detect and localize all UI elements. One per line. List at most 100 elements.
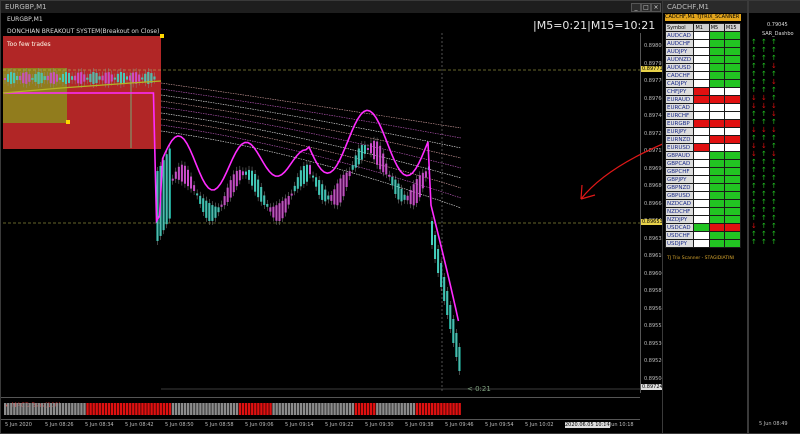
ribbon-line	[160, 82, 462, 129]
chart-title-bar[interactable]: EURGBP,M1	[1, 1, 663, 13]
scanner-symbol[interactable]: EURNZD	[664, 135, 695, 144]
scanner-symbol[interactable]: AUDJPY	[664, 47, 695, 56]
scanner-row[interactable]: AUDJPY	[664, 47, 742, 56]
scanner-row[interactable]: AUDCAD	[664, 31, 742, 40]
sar-dashboard-window: SAR_Dashbo 0.79045 ↑ ↑ ↑ ↑ ↑ ↑ ↑ ↑ ↑ ↑ ↑ ↓ ↑ ↑ ↑ ↑ ↑ ↓ ↑ ↑ ↑…	[748, 0, 800, 434]
scanner-symbol[interactable]: NZDJPY	[664, 215, 695, 224]
macd-bar	[418, 403, 422, 415]
maximize-button[interactable]: □	[641, 3, 651, 12]
scanner-symbol[interactable]: GBPJPY	[664, 175, 695, 184]
scanner-signal-cell	[693, 39, 710, 48]
scanner-row[interactable]: CADJPY	[664, 79, 742, 88]
scanner-signal-cell	[693, 79, 710, 88]
scanner-symbol[interactable]: NZDCHF	[664, 207, 695, 216]
scanner-row[interactable]: NZDCAD	[664, 199, 742, 208]
scanner-row[interactable]: EURNZD	[664, 135, 742, 144]
minimize-button[interactable]: _	[631, 3, 641, 12]
scanner-symbol[interactable]: EURCAD	[664, 103, 695, 112]
scanner-symbol[interactable]: AUDUSD	[664, 63, 695, 72]
scanner-symbol[interactable]: AUDNZD	[664, 55, 695, 64]
scanner-signal-cell	[708, 63, 725, 72]
scanner-row[interactable]: AUDUSD	[664, 63, 742, 72]
scanner-signal-cell	[693, 143, 710, 152]
scanner-title-bar[interactable]: CADCHF,M1	[663, 1, 747, 13]
macd-bar	[312, 403, 315, 415]
scanner-symbol[interactable]: GBPCHF	[664, 167, 695, 176]
arrow-up-icon: ↑	[771, 142, 777, 150]
scanner-symbol[interactable]: USDCAD	[664, 223, 695, 232]
ribbon-line	[160, 118, 462, 189]
scanner-row[interactable]: EURGBP	[664, 119, 742, 128]
scanner-symbol[interactable]: NZDCAD	[664, 199, 695, 208]
arrow-up-icon: ↑	[751, 134, 757, 142]
macd-bar	[354, 403, 358, 415]
arrow-up-icon: ↑	[761, 166, 767, 174]
macd-bar	[321, 403, 324, 415]
close-button[interactable]: ×	[651, 3, 661, 12]
scanner-symbol[interactable]: CADCHF	[664, 71, 695, 80]
scanner-symbol[interactable]: EURCHF	[664, 111, 695, 120]
arrow-up-icon: ↑	[761, 182, 767, 190]
macd-bar	[46, 403, 50, 415]
scanner-symbol[interactable]: EURAUD	[664, 95, 695, 104]
scanner-row[interactable]: CHFJPY	[664, 87, 742, 96]
arrow-up-icon: ↑	[771, 38, 777, 46]
macd-bar	[406, 403, 409, 415]
scanner-symbol[interactable]: CHFJPY	[664, 87, 695, 96]
macd-bar	[138, 403, 141, 415]
scanner-row[interactable]: GBPJPY	[664, 175, 742, 184]
scanner-row[interactable]: EURJPY	[664, 127, 742, 136]
scanner-row[interactable]: CADCHF	[664, 71, 742, 80]
scanner-symbol[interactable]: CADJPY	[664, 79, 695, 88]
scanner-symbol[interactable]: GBPCAD	[664, 159, 695, 168]
time-tick: 5 Jun 09:30	[365, 422, 394, 428]
scanner-symbol[interactable]: EURJPY	[664, 127, 695, 136]
scanner-symbol[interactable]: EURUSD	[664, 143, 695, 152]
scanner-row[interactable]: EURCAD	[664, 103, 742, 112]
scanner-symbol[interactable]: AUDCHF	[664, 39, 695, 48]
scanner-row[interactable]: EURAUD	[664, 95, 742, 104]
macd-bar	[302, 403, 306, 415]
arrow-up-icon: ↑	[761, 174, 767, 182]
macd-bar	[132, 403, 135, 415]
scanner-signal-cell	[693, 231, 710, 240]
scanner-row[interactable]: AUDNZD	[664, 55, 742, 64]
scanner-signal-cell	[708, 127, 725, 136]
scanner-row[interactable]: GBPCAD	[664, 159, 742, 168]
box-handle-left[interactable]	[66, 120, 70, 124]
scanner-row[interactable]: GBPUSD	[664, 191, 742, 200]
scanner-symbol[interactable]: GBPNZD	[664, 183, 695, 192]
scanner-row[interactable]: EURUSD	[664, 143, 742, 152]
scanner-symbol[interactable]: USDCHF	[664, 231, 695, 240]
scanner-row[interactable]: GBPCHF	[664, 167, 742, 176]
scanner-signal-cell	[693, 47, 710, 56]
scanner-row[interactable]: USDCHF	[664, 231, 742, 240]
arrow-up-icon: ↑	[761, 198, 767, 206]
scanner-symbol[interactable]: USDJPY	[664, 239, 695, 248]
macd-bar	[385, 403, 388, 415]
scanner-symbol[interactable]: GBPAUD	[664, 151, 695, 160]
scanner-row[interactable]: USDCAD	[664, 223, 742, 232]
scanner-row[interactable]: AUDCHF	[664, 39, 742, 48]
box-handle-top[interactable]	[160, 34, 164, 38]
scanner-row[interactable]: NZDCHF	[664, 207, 742, 216]
price-chart[interactable]	[1, 33, 641, 393]
scanner-row[interactable]: GBPNZD	[664, 183, 742, 192]
scanner-symbol[interactable]: EURGBP	[664, 119, 695, 128]
scanner-row[interactable]: USDJPY	[664, 239, 742, 248]
scanner-signal-cell	[693, 111, 710, 120]
scanner-row[interactable]: EURCHF	[664, 111, 742, 120]
scanner-row[interactable]: GBPAUD	[664, 151, 742, 160]
scanner-row[interactable]: NZDJPY	[664, 215, 742, 224]
scanner-symbol[interactable]: GBPUSD	[664, 191, 695, 200]
chart-symbol-label: EURGBP,M1	[7, 16, 43, 23]
dashboard-title-bar[interactable]	[749, 1, 800, 13]
scanner-signal-cell	[708, 159, 725, 168]
macd-subwindow[interactable]: ► MACD Bars(100)	[1, 397, 640, 420]
macd-bar	[55, 403, 59, 415]
scanner-symbol[interactable]: AUDCAD	[664, 31, 695, 40]
timer-text: |M5=0:21|M15=10:21	[533, 19, 656, 32]
scanner-signal-cell	[693, 215, 710, 224]
arrow-up-icon: ↑	[761, 46, 767, 54]
macd-bar	[40, 403, 43, 415]
